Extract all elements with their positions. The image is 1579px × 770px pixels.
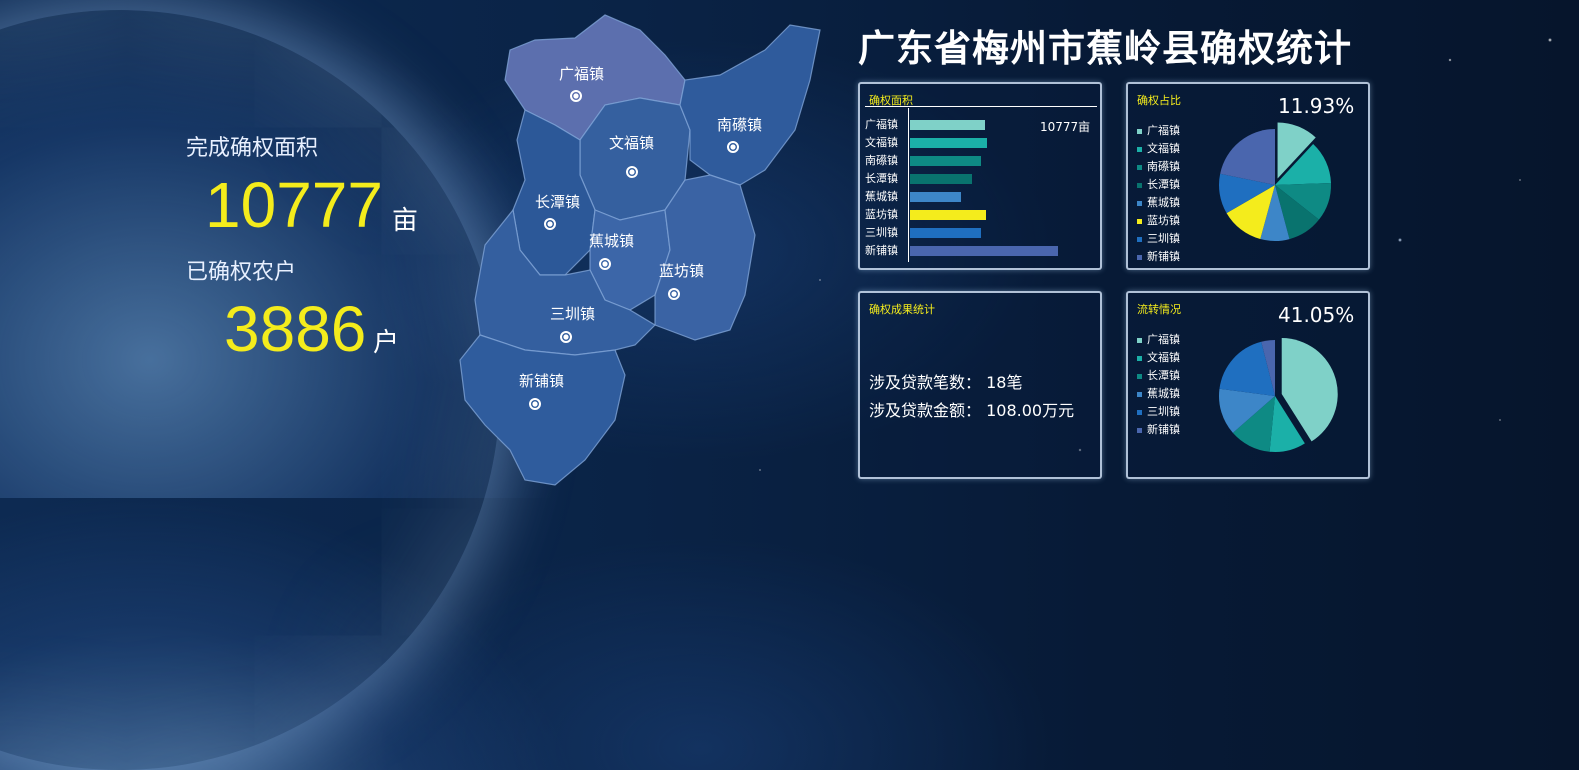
- legend-item[interactable]: 新铺镇: [1137, 423, 1180, 437]
- bar-row: 长潭镇: [860, 172, 1100, 186]
- bar[interactable]: [910, 210, 986, 220]
- legend-swatch: [1137, 164, 1142, 170]
- legend-label: 长潭镇: [1147, 178, 1180, 191]
- legend-swatch: [1137, 427, 1142, 433]
- legend-item[interactable]: 蓝坊镇: [1137, 214, 1180, 228]
- bar-label: 文福镇: [865, 136, 898, 149]
- legend-label: 广福镇: [1147, 333, 1180, 346]
- legend-swatch: [1137, 218, 1142, 224]
- legend-item[interactable]: 蕉城镇: [1137, 387, 1180, 401]
- bar[interactable]: [910, 120, 985, 130]
- legend-item[interactable]: 长潭镇: [1137, 178, 1180, 192]
- area-panel: 确权面积 10777亩 广福镇 文福镇 南礤镇 长潭镇 蕉城镇 蓝坊镇 三圳镇 新铺镇: [858, 82, 1102, 270]
- bar-label: 广福镇: [865, 118, 898, 131]
- legend-swatch: [1137, 128, 1142, 134]
- transfer-panel: 流转情况 41.05% 广福镇文福镇长潭镇蕉城镇三圳镇新铺镇: [1126, 291, 1370, 479]
- legend-item[interactable]: 三圳镇: [1137, 405, 1180, 419]
- bar-row: 蓝坊镇: [860, 208, 1100, 222]
- legend-label: 蕉城镇: [1147, 387, 1180, 400]
- transfer-pie-chart: [1219, 338, 1338, 452]
- legend-swatch: [1137, 373, 1142, 379]
- page-title: 广东省梅州市蕉岭县确权统计: [858, 27, 1352, 70]
- legend-item[interactable]: 文福镇: [1137, 142, 1180, 156]
- legend-item[interactable]: 蕉城镇: [1137, 196, 1180, 210]
- loan-count: 涉及贷款笔数： 18笔: [869, 373, 1023, 392]
- legend-swatch: [1137, 236, 1142, 242]
- legend-item[interactable]: 广福镇: [1137, 124, 1180, 138]
- town-label-sanzhen: 三圳镇: [550, 305, 595, 323]
- transfer-panel-title: 流转情况: [1137, 303, 1181, 316]
- ratio-percent: 11.93%: [1278, 94, 1355, 118]
- ratio-panel: 确权占比 11.93% 广福镇文福镇南礤镇长潭镇蕉城镇蓝坊镇三圳镇新铺镇: [1126, 82, 1370, 270]
- town-label-lanfang: 蓝坊镇: [659, 262, 704, 280]
- legend-item[interactable]: 广福镇: [1137, 333, 1180, 347]
- map-region-xinpu[interactable]: [459, 334, 626, 486]
- bar[interactable]: [910, 192, 961, 202]
- bar-row: 三圳镇: [860, 226, 1100, 240]
- legend-swatch: [1137, 146, 1142, 152]
- town-label-jiaocheng: 蕉城镇: [589, 232, 634, 250]
- bar[interactable]: [910, 138, 987, 148]
- legend-item[interactable]: 三圳镇: [1137, 232, 1180, 246]
- legend-swatch: [1137, 182, 1142, 188]
- legend-label: 广福镇: [1147, 124, 1180, 137]
- town-label-xinpu: 新铺镇: [519, 372, 564, 390]
- legend-label: 长潭镇: [1147, 369, 1180, 382]
- area-kpi-value: 10777: [205, 169, 383, 241]
- globe-glow: [0, 10, 500, 770]
- bar-row: 新铺镇: [860, 244, 1100, 258]
- bar-label: 三圳镇: [865, 226, 898, 239]
- legend-label: 蕉城镇: [1147, 196, 1180, 209]
- legend-label: 文福镇: [1147, 142, 1180, 155]
- bar-row: 广福镇: [860, 118, 1100, 132]
- households-kpi-label: 已确权农户: [186, 260, 297, 285]
- legend-label: 三圳镇: [1147, 405, 1180, 418]
- bar-label: 新铺镇: [865, 244, 898, 257]
- legend-item[interactable]: 长潭镇: [1137, 369, 1180, 383]
- legend-item[interactable]: 南礤镇: [1137, 160, 1180, 174]
- result-panel-title: 确权成果统计: [869, 303, 935, 316]
- bar-label: 南礤镇: [865, 154, 898, 167]
- area-kpi-label: 完成确权面积: [186, 136, 319, 161]
- area-panel-divider: [865, 106, 1097, 107]
- transfer-percent: 41.05%: [1278, 303, 1355, 327]
- legend-label: 文福镇: [1147, 351, 1180, 364]
- legend-swatch: [1137, 254, 1142, 260]
- bar[interactable]: [910, 246, 1059, 256]
- legend-label: 新铺镇: [1147, 250, 1180, 263]
- ratio-pie-chart: [1219, 122, 1331, 241]
- legend-item[interactable]: 文福镇: [1137, 351, 1180, 365]
- bar[interactable]: [910, 174, 973, 184]
- legend-swatch: [1137, 391, 1142, 397]
- bar-row: 文福镇: [860, 136, 1100, 150]
- town-label-changtan: 长潭镇: [535, 193, 580, 211]
- legend-swatch: [1137, 200, 1142, 206]
- legend-label: 蓝坊镇: [1147, 214, 1180, 227]
- legend-label: 三圳镇: [1147, 232, 1180, 245]
- legend-label: 南礤镇: [1147, 160, 1180, 173]
- bar-label: 长潭镇: [865, 172, 898, 185]
- bar[interactable]: [910, 156, 981, 166]
- town-label-guangfu: 广福镇: [559, 65, 604, 83]
- legend-swatch: [1137, 355, 1142, 361]
- bar[interactable]: [910, 228, 981, 238]
- area-kpi-unit: 亩: [392, 206, 419, 236]
- bar-row: 蕉城镇: [860, 190, 1100, 204]
- households-kpi-unit: 户: [373, 328, 400, 358]
- loan-amount: 涉及贷款金额： 108.00万元: [869, 401, 1075, 420]
- ratio-panel-title: 确权占比: [1137, 94, 1181, 107]
- legend-swatch: [1137, 409, 1142, 415]
- town-label-wenfu: 文福镇: [609, 134, 654, 152]
- legend-label: 新铺镇: [1147, 423, 1180, 436]
- bar-row: 南礤镇: [860, 154, 1100, 168]
- bar-label: 蓝坊镇: [865, 208, 898, 221]
- legend-swatch: [1137, 337, 1142, 343]
- town-label-nanli: 南礤镇: [717, 116, 762, 134]
- map-region-nanli[interactable]: [679, 24, 821, 186]
- legend-item[interactable]: 新铺镇: [1137, 250, 1180, 264]
- households-kpi-value: 3886: [224, 293, 367, 365]
- county-map: 广福镇 南礤镇 文福镇 长潭镇 蕉城镇 蓝坊镇 三圳镇 新铺镇: [459, 14, 821, 486]
- result-panel: 确权成果统计 涉及贷款笔数： 18笔 涉及贷款金额： 108.00万元: [858, 291, 1102, 479]
- bar-label: 蕉城镇: [865, 190, 898, 203]
